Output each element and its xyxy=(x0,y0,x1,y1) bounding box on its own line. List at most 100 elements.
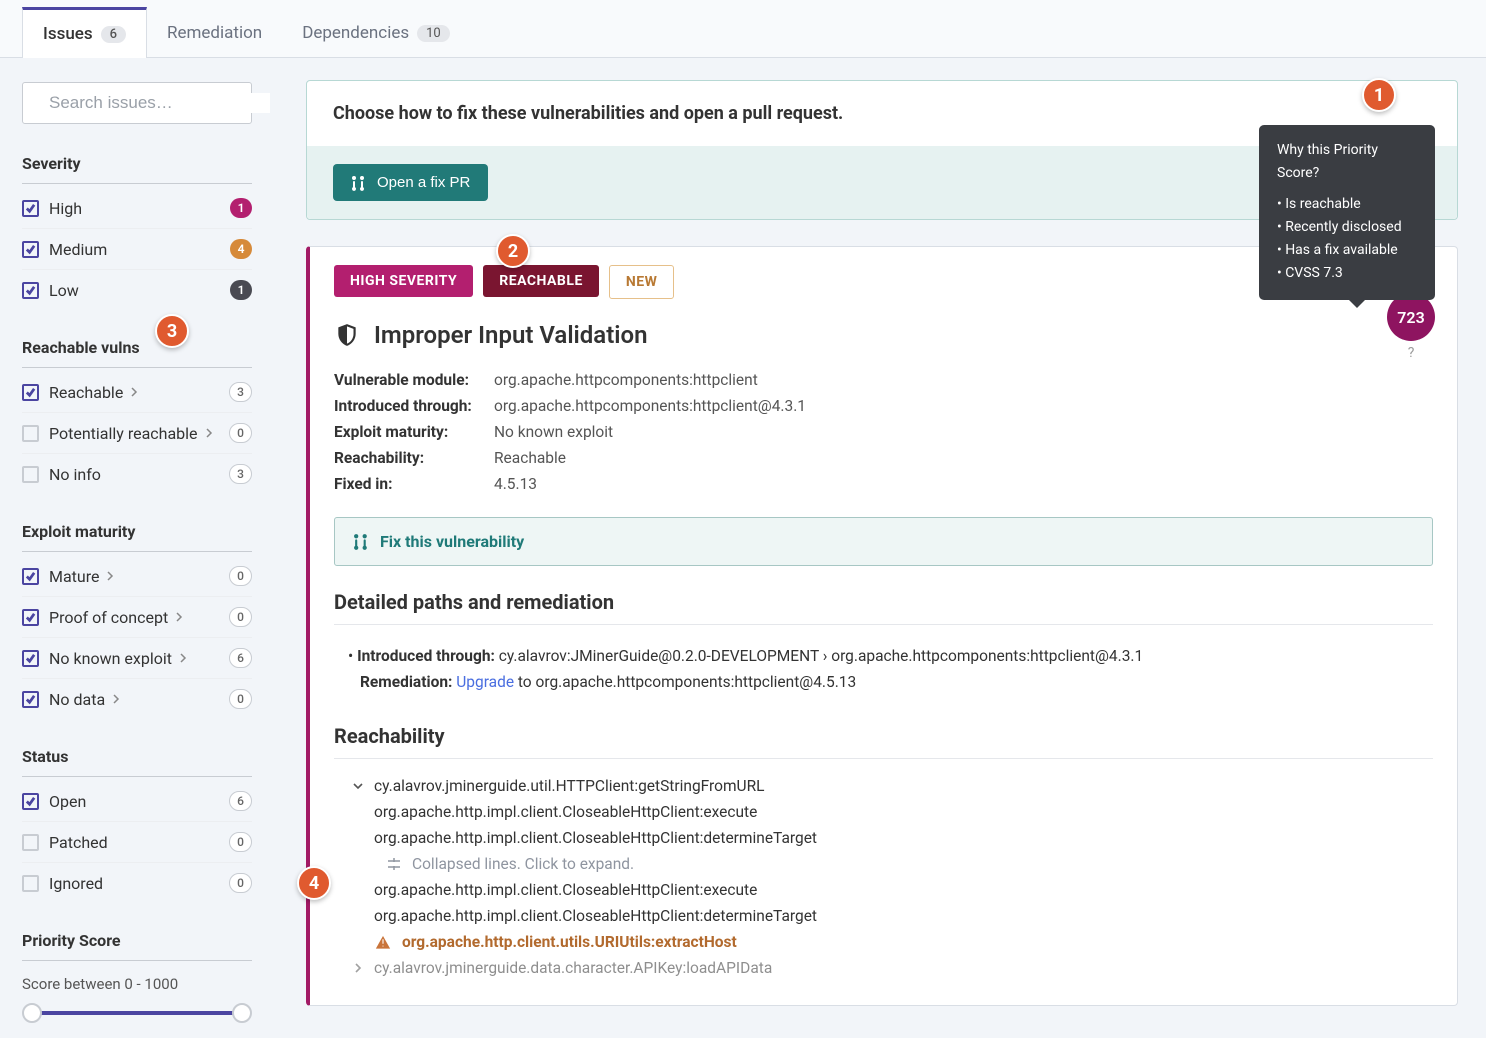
tooltip-title: Why this Priority Score? xyxy=(1277,139,1417,185)
filter-item[interactable]: Patched0 xyxy=(22,822,252,863)
meta-value: org.apache.httpcomponents:httpclient@4.3… xyxy=(494,397,806,415)
meta-key: Vulnerable module: xyxy=(334,371,494,389)
meta-row: Fixed in:4.5.13 xyxy=(334,471,1433,497)
priority-score-badge[interactable]: 723 ? xyxy=(1387,293,1435,361)
priority-slider[interactable] xyxy=(22,1003,252,1023)
filter-label: Medium xyxy=(49,240,230,259)
meta-value: 4.5.13 xyxy=(494,475,537,493)
checkbox[interactable] xyxy=(22,691,39,708)
filter-label: High xyxy=(49,199,230,218)
checkbox[interactable] xyxy=(22,466,39,483)
checkbox[interactable] xyxy=(22,650,39,667)
tab-count-badge: 10 xyxy=(417,25,450,42)
filter-item[interactable]: Reachable3 xyxy=(22,372,252,413)
tooltip-line: • Recently disclosed xyxy=(1277,216,1417,239)
collapsed-lines[interactable]: Collapsed lines. Click to expand. xyxy=(386,851,1433,877)
annotation-4: 4 xyxy=(297,866,331,900)
filter-item[interactable]: Potentially reachable0 xyxy=(22,413,252,454)
intro-value: cy.alavrov:JMinerGuide@0.2.0-DEVELOPMENT… xyxy=(499,647,1144,665)
annotation-3: 3 xyxy=(155,314,189,348)
search-box[interactable] xyxy=(22,82,252,124)
tag-reachable: REACHABLE xyxy=(483,265,599,297)
meta-value: No known exploit xyxy=(494,423,613,441)
chevron-right-icon xyxy=(352,962,364,974)
reachability-path: org.apache.http.client.utils.URIUtils:ex… xyxy=(402,933,737,951)
chevron-right-icon xyxy=(174,612,184,622)
issue-title: Improper Input Validation xyxy=(374,321,647,349)
help-icon[interactable]: ? xyxy=(1408,345,1415,361)
count-pill: 1 xyxy=(230,280,252,300)
intro-label: Introduced through: xyxy=(357,647,499,665)
checkbox[interactable] xyxy=(22,875,39,892)
tooltip-line: • CVSS 7.3 xyxy=(1277,262,1417,285)
filter-item[interactable]: High1 xyxy=(22,188,252,229)
upgrade-link[interactable]: Upgrade xyxy=(456,673,514,691)
tab-issues[interactable]: Issues 6 xyxy=(22,7,147,58)
vulnerability-hit-row[interactable]: org.apache.http.client.utils.URIUtils:ex… xyxy=(374,929,1433,955)
filter-item[interactable]: Mature0 xyxy=(22,556,252,597)
search-input[interactable] xyxy=(49,93,270,113)
expand-icon xyxy=(386,856,402,872)
meta-row: Reachability:Reachable xyxy=(334,445,1433,471)
filter-item[interactable]: Ignored0 xyxy=(22,863,252,903)
filter-item[interactable]: No data0 xyxy=(22,679,252,719)
filter-heading-severity: Severity xyxy=(22,154,252,184)
main-panel: Choose how to fix these vulnerabilities … xyxy=(274,58,1486,1038)
reachability-row[interactable]: cy.alavrov.jminerguide.util.HTTPClient:g… xyxy=(352,773,1433,799)
filter-item[interactable]: Medium4 xyxy=(22,229,252,270)
checkbox[interactable] xyxy=(22,200,39,217)
filter-label: No data xyxy=(49,690,229,709)
checkbox[interactable] xyxy=(22,793,39,810)
checkbox[interactable] xyxy=(22,834,39,851)
count-pill: 6 xyxy=(229,648,252,668)
fix-vulnerability-link[interactable]: Fix this vulnerability xyxy=(334,517,1433,566)
count-pill: 0 xyxy=(229,873,252,893)
meta-value: org.apache.httpcomponents:httpclient xyxy=(494,371,758,389)
reachability-row: org.apache.http.impl.client.CloseableHtt… xyxy=(374,799,1433,825)
reachability-path: org.apache.http.impl.client.CloseableHtt… xyxy=(374,907,817,925)
section-heading-paths: Detailed paths and remediation xyxy=(334,590,1433,625)
filter-item[interactable]: Proof of concept0 xyxy=(22,597,252,638)
count-pill: 6 xyxy=(229,791,252,811)
reachability-path: cy.alavrov.jminerguide.data.character.AP… xyxy=(374,959,772,977)
checkbox[interactable] xyxy=(22,282,39,299)
filter-heading-reachable: Reachable vulns xyxy=(22,338,252,368)
score-value: 723 xyxy=(1387,293,1435,341)
slider-handle-min[interactable] xyxy=(22,1003,42,1023)
filter-item[interactable]: No info3 xyxy=(22,454,252,494)
tab-remediation[interactable]: Remediation xyxy=(147,9,282,57)
checkbox[interactable] xyxy=(22,609,39,626)
tag-new: NEW xyxy=(609,265,675,299)
filter-heading-priority: Priority Score xyxy=(22,931,252,961)
tabs-bar: Issues 6 Remediation Dependencies 10 xyxy=(0,0,1486,58)
open-fix-pr-button[interactable]: Open a fix PR xyxy=(333,164,488,201)
filter-label: Patched xyxy=(49,833,229,852)
count-pill: 3 xyxy=(229,464,252,484)
reachability-row[interactable]: cy.alavrov.jminerguide.data.character.AP… xyxy=(352,955,1433,981)
filter-label: Open xyxy=(49,792,229,811)
priority-range-label: Score between 0 - 1000 xyxy=(22,975,252,993)
filter-item[interactable]: No known exploit6 xyxy=(22,638,252,679)
button-label: Open a fix PR xyxy=(377,174,470,191)
tab-dependencies[interactable]: Dependencies 10 xyxy=(282,9,470,57)
pull-request-icon xyxy=(351,175,367,191)
fix-link-label: Fix this vulnerability xyxy=(380,532,524,551)
filter-label: Potentially reachable xyxy=(49,424,229,443)
slider-handle-max[interactable] xyxy=(232,1003,252,1023)
remediation-label: Remediation: xyxy=(360,673,456,691)
reachability-path: org.apache.http.impl.client.CloseableHtt… xyxy=(374,881,757,899)
tab-count-badge: 6 xyxy=(101,26,126,43)
reachability-path: org.apache.http.impl.client.CloseableHtt… xyxy=(374,829,817,847)
checkbox[interactable] xyxy=(22,241,39,258)
checkbox[interactable] xyxy=(22,568,39,585)
reachability-path: org.apache.http.impl.client.CloseableHtt… xyxy=(374,803,757,821)
checkbox[interactable] xyxy=(22,384,39,401)
filter-item[interactable]: Open6 xyxy=(22,781,252,822)
chevron-right-icon xyxy=(204,428,214,438)
filter-item[interactable]: Low1 xyxy=(22,270,252,310)
tag-severity-high: HIGH SEVERITY xyxy=(334,265,473,297)
shield-icon xyxy=(334,322,360,348)
filter-label: Low xyxy=(49,281,230,300)
reachability-row: org.apache.http.impl.client.CloseableHtt… xyxy=(374,903,1433,929)
checkbox[interactable] xyxy=(22,425,39,442)
